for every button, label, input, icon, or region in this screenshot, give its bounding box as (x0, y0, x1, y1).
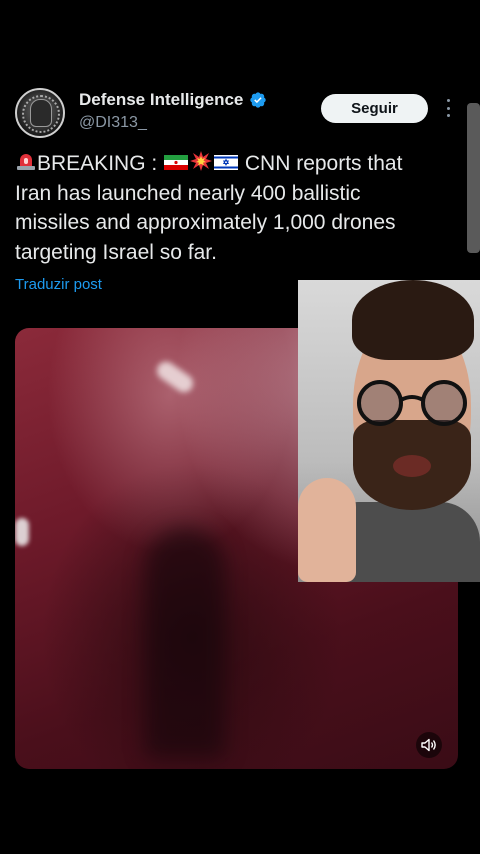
verified-badge-icon (250, 92, 267, 108)
scrollbar[interactable] (467, 103, 480, 253)
pip-person-hair (352, 280, 474, 360)
video-light-spot (15, 518, 29, 546)
pip-person-mouth (393, 455, 431, 477)
avatar-emblem (30, 99, 52, 127)
pip-person-hand (298, 478, 356, 582)
explosion-emoji-icon (190, 151, 213, 171)
author-avatar[interactable] (15, 88, 65, 138)
author-handle[interactable]: @DI313_ (79, 114, 147, 132)
post-line-1: BREAKING : CNN reports that (15, 149, 455, 179)
picture-in-picture-video[interactable] (298, 280, 480, 582)
post-line-1-text: CNN reports that (239, 152, 403, 175)
author-name-row: Defense Intelligence (79, 90, 267, 110)
post-text: BREAKING : CNN reports that Iran has lau… (15, 149, 455, 267)
video-light-streak (153, 358, 197, 396)
israel-flag-emoji-icon (214, 155, 239, 170)
speaker-icon[interactable] (416, 732, 442, 758)
pip-person-glasses (357, 380, 467, 426)
siren-emoji-icon (17, 154, 35, 170)
more-vertical-icon[interactable] (445, 99, 451, 117)
post-line-3: missiles and approximately 1,000 drones (15, 211, 396, 234)
video-blurred-figure (145, 528, 225, 758)
breaking-label: BREAKING : (37, 152, 164, 175)
post-line-4: targeting Israel so far. (15, 240, 217, 264)
post-line-2: Iran has launched nearly 400 ballistic (15, 181, 361, 205)
follow-button[interactable]: Seguir (321, 94, 428, 123)
author-display-name[interactable]: Defense Intelligence (79, 90, 243, 110)
translate-post-link[interactable]: Traduzir post (15, 276, 102, 293)
iran-flag-emoji-icon (164, 155, 189, 170)
